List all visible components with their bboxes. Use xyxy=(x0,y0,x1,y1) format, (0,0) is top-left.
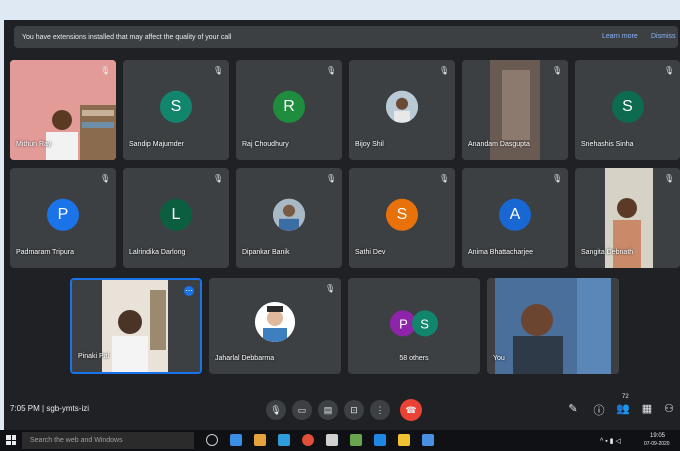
participant-name: Padmaram Tripura xyxy=(16,249,74,256)
participant-tile[interactable]: R 🎙 Raj Choudhury xyxy=(236,60,342,160)
avatar: A xyxy=(499,198,531,231)
mic-muted-icon: 🎙 xyxy=(213,66,224,75)
avatar: S xyxy=(386,198,418,231)
participant-name: Jaharlal Debbarma xyxy=(215,355,275,362)
avatar: S xyxy=(411,310,438,337)
self-tile[interactable]: You xyxy=(487,278,619,374)
microphone-button[interactable]: 🎙 xyxy=(266,400,286,420)
captions-button[interactable]: ▤ xyxy=(318,400,338,420)
app-icon[interactable] xyxy=(350,434,362,446)
mic-muted-icon: 🎙 xyxy=(325,284,336,293)
clock-date: 07-09-2020 xyxy=(644,441,670,447)
windows-start-icon[interactable] xyxy=(6,435,16,445)
internet-explorer-icon[interactable] xyxy=(374,434,386,446)
participant-tile[interactable]: 🎙 Mithun Ray xyxy=(10,60,116,160)
tray-icons[interactable]: ^ ▪ ▮ ◁ xyxy=(600,437,621,445)
participant-tile[interactable]: 🎙 Dipankar Banik xyxy=(236,168,342,268)
camera-button[interactable]: ▭ xyxy=(292,400,312,420)
participant-tile[interactable]: S 🎙 Snehashis Sinha xyxy=(575,60,680,160)
participant-name: Anandam Dasgupta xyxy=(468,141,530,148)
screen: You have extensions installed that may a… xyxy=(0,0,680,451)
mic-muted-icon: 🎙 xyxy=(664,66,675,75)
meeting-time: 7:05 PM | sgb-ymts-izi xyxy=(10,404,89,413)
meeting-controls-bar: 7:05 PM | sgb-ymts-izi 🎙 ▭ ▤ ⊡ ⋮ ☎ ✎ ⓘ 👥… xyxy=(4,388,680,430)
participant-name: Lalrindika Darlong xyxy=(129,249,186,256)
speaking-indicator-icon: ⋯ xyxy=(184,286,194,296)
others-count: 58 others xyxy=(399,355,429,362)
participant-name: Anima Bhattacharjee xyxy=(468,249,533,256)
banner-text: You have extensions installed that may a… xyxy=(22,33,232,41)
participant-tile[interactable]: 🎙 Jaharlal Debbarma xyxy=(209,278,341,374)
cortana-icon[interactable] xyxy=(206,434,218,446)
avatar: L xyxy=(160,198,192,231)
participant-tile[interactable]: 🎙 Bijoy Shil xyxy=(349,60,455,160)
learn-more-link[interactable]: Learn more xyxy=(602,33,638,40)
app-icon[interactable] xyxy=(326,434,338,446)
mic-muted-icon: 🎙 xyxy=(552,66,563,75)
taskbar-search-input[interactable]: Search the web and Windows xyxy=(22,432,194,449)
clock-time: 19:05 xyxy=(650,433,666,439)
mic-muted-icon: 🎙 xyxy=(326,66,337,75)
present-button[interactable]: ⊡ xyxy=(344,400,364,420)
participant-tile[interactable]: 🎙 Anandam Dasgupta xyxy=(462,60,568,160)
store-icon[interactable] xyxy=(278,434,290,446)
activities-icon[interactable]: ⚇ xyxy=(662,402,676,415)
participant-tile[interactable]: P 🎙 Padmaram Tripura xyxy=(10,168,116,268)
participant-tile[interactable]: A 🎙 Anima Bhattacharjee xyxy=(462,168,568,268)
avatar xyxy=(273,198,305,231)
participant-name: Sangita Debnath xyxy=(581,249,634,256)
avatar xyxy=(255,302,295,342)
info-icon[interactable]: ⓘ xyxy=(592,402,606,418)
dismiss-link[interactable]: Dismiss xyxy=(651,33,676,40)
meeting-code: sgb-ymts-izi xyxy=(46,404,89,413)
participant-name: You xyxy=(493,355,505,362)
mic-muted-icon: 🎙 xyxy=(439,174,450,183)
participant-name: Sandip Majumder xyxy=(129,141,184,148)
participant-name: Pinaki Pal xyxy=(78,353,110,360)
end-call-button[interactable]: ☎ xyxy=(400,399,422,421)
meet-window: You have extensions installed that may a… xyxy=(4,20,680,430)
others-tile[interactable]: P S 58 others xyxy=(348,278,480,374)
mic-muted-icon: 🎙 xyxy=(326,174,337,183)
avatar: P xyxy=(47,198,79,231)
more-options-button[interactable]: ⋮ xyxy=(370,400,390,420)
participant-count-badge: 72 xyxy=(622,394,629,400)
participant-name: Mithun Ray xyxy=(16,141,52,148)
participant-name: Dipankar Banik xyxy=(242,249,290,256)
mic-muted-icon: 🎙 xyxy=(100,174,111,183)
avatar: S xyxy=(611,90,644,123)
extensions-banner: You have extensions installed that may a… xyxy=(14,26,678,48)
participant-tile[interactable]: S 🎙 Sandip Majumder xyxy=(123,60,229,160)
participant-tile[interactable]: L 🎙 Lalrindika Darlong xyxy=(123,168,229,268)
mic-muted-icon: 🎙 xyxy=(100,66,111,75)
avatar xyxy=(386,90,418,123)
participant-tile[interactable]: S 🎙 Sathi Dev xyxy=(349,168,455,268)
participant-video xyxy=(487,278,619,374)
avatar: R xyxy=(273,90,305,123)
mic-muted-icon: 🎙 xyxy=(439,66,450,75)
file-explorer-icon[interactable] xyxy=(254,434,266,446)
participant-tile-active[interactable]: ⋯ Pinaki Pal xyxy=(70,278,202,374)
people-icon[interactable]: 👥 xyxy=(616,402,630,415)
avatar: S xyxy=(160,90,192,123)
participant-name: Bijoy Shil xyxy=(355,141,384,148)
participant-name: Snehashis Sinha xyxy=(581,141,634,148)
participant-name: Sathi Dev xyxy=(355,249,386,256)
chrome-icon[interactable] xyxy=(302,434,314,446)
mic-muted-icon: 🎙 xyxy=(552,174,563,183)
participant-tile[interactable]: 🎙 Sangita Debnath xyxy=(575,168,680,268)
host-controls-icon[interactable]: ✎ xyxy=(566,402,580,415)
mic-muted-icon: 🎙 xyxy=(213,174,224,183)
mic-muted-icon: 🎙 xyxy=(664,174,675,183)
app-icon[interactable] xyxy=(398,434,410,446)
edge-icon[interactable] xyxy=(230,434,242,446)
app-icon[interactable] xyxy=(422,434,434,446)
participant-name: Raj Choudhury xyxy=(242,141,289,148)
chat-icon[interactable]: ▦ xyxy=(640,402,654,415)
windows-taskbar: Search the web and Windows ^ ▪ ▮ ◁ 19:05… xyxy=(0,430,680,451)
